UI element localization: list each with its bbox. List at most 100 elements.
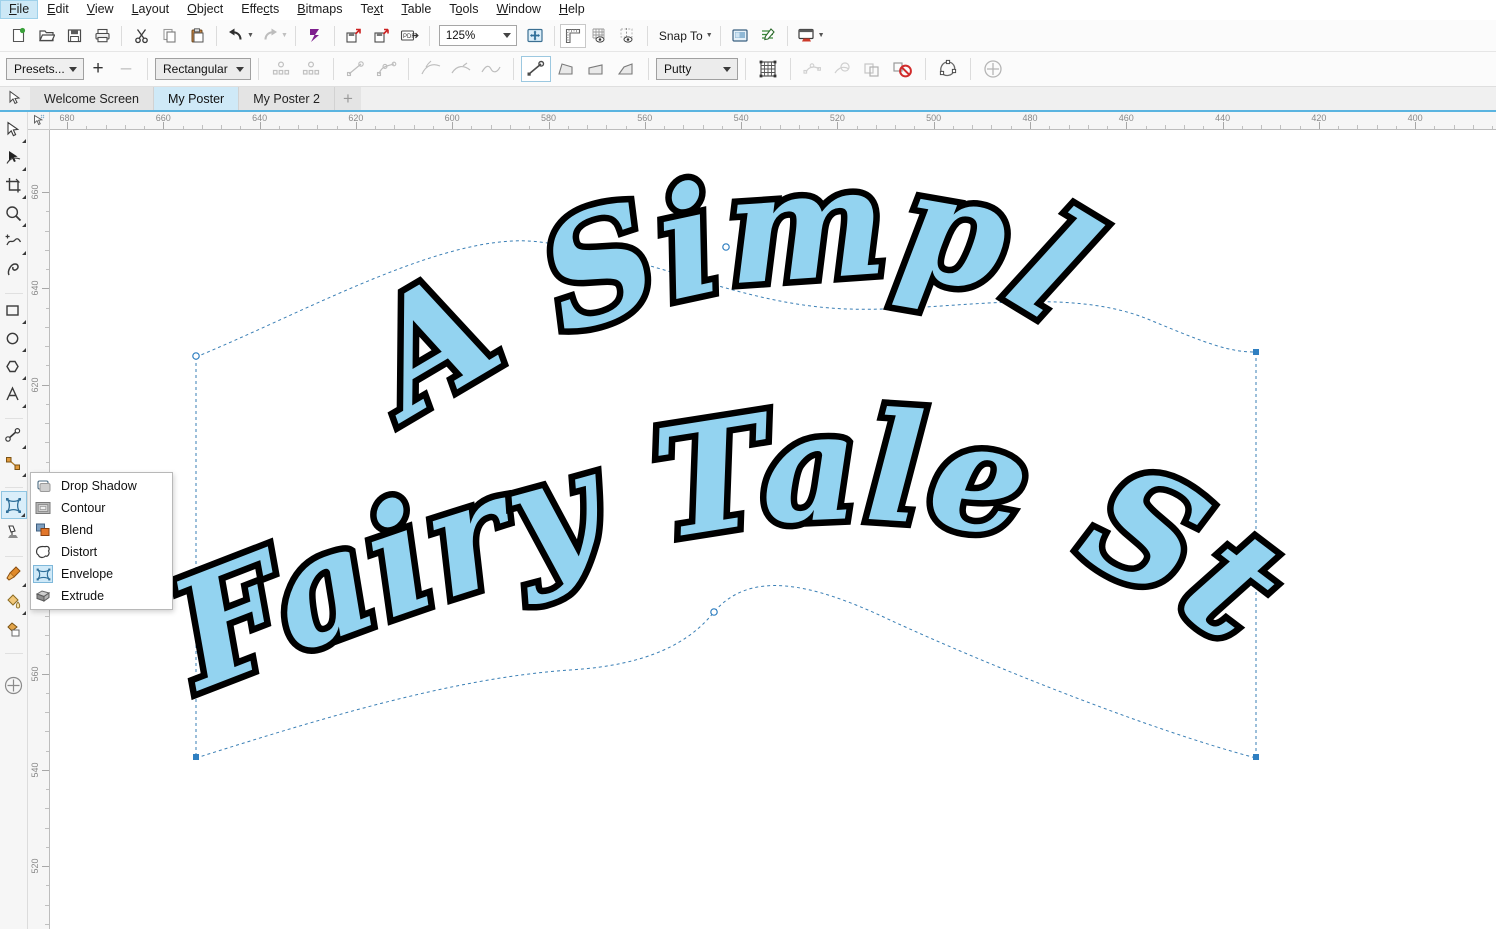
flyout-arrow-icon[interactable] xyxy=(21,320,26,324)
straight-line-connector-tool[interactable] xyxy=(1,450,27,478)
envelope-shape-dropdown[interactable]: Rectangular xyxy=(155,58,251,80)
menu-tools[interactable]: Tools xyxy=(440,0,487,19)
clear-envelope-icon[interactable] xyxy=(888,56,918,82)
flyout-item-contour[interactable]: Contour xyxy=(31,497,172,519)
text-tool[interactable] xyxy=(1,381,27,409)
artistic-media-tool[interactable] xyxy=(1,256,27,284)
menu-view[interactable]: View xyxy=(78,0,123,19)
delete-preset-button[interactable]: – xyxy=(112,59,140,78)
tab-my-poster[interactable]: My Poster xyxy=(153,87,240,110)
flyout-item-drop-shadow[interactable]: Drop Shadow xyxy=(31,475,172,497)
presets-dropdown[interactable]: Presets... xyxy=(6,58,84,80)
menu-window[interactable]: Window xyxy=(487,0,549,19)
flyout-arrow-icon[interactable] xyxy=(20,513,25,517)
convert-to-curves-icon[interactable] xyxy=(933,56,963,82)
freehand-tool[interactable] xyxy=(1,228,27,256)
envelope-node-top-left[interactable] xyxy=(192,352,200,360)
flyout-arrow-icon[interactable] xyxy=(21,473,26,477)
menu-file[interactable]: File xyxy=(0,0,39,19)
ruler-origin-icon[interactable] xyxy=(28,112,50,130)
pick-tool[interactable] xyxy=(1,116,27,144)
envelope-node-bottom-left[interactable] xyxy=(193,754,199,760)
menu-bitmaps[interactable]: Bitmaps xyxy=(288,0,351,19)
chevron-down-icon[interactable] xyxy=(236,67,244,72)
add-preset-button[interactable]: + xyxy=(84,59,112,78)
effects-flyout-menu[interactable]: Drop Shadow Contour Blend Distort Envelo… xyxy=(30,472,173,610)
envelope-node-top-right[interactable] xyxy=(1253,349,1259,355)
node-delete-icon[interactable] xyxy=(296,56,326,82)
keep-lines-icon[interactable] xyxy=(753,56,783,82)
paste-icon[interactable] xyxy=(183,23,211,49)
flyout-item-blend[interactable]: Blend xyxy=(31,519,172,541)
undo-icon[interactable] xyxy=(222,23,250,49)
artwork-svg[interactable]: A Simple Fairy Tale Story xyxy=(50,130,1496,929)
snap-to-dropdown-icon[interactable]: ▼ xyxy=(706,32,713,39)
node-smooth-icon[interactable] xyxy=(371,56,401,82)
menu-table[interactable]: Table xyxy=(392,0,440,19)
quick-customize-tool[interactable] xyxy=(1,671,27,699)
flyout-arrow-icon[interactable] xyxy=(21,167,26,171)
mapping-mode-dropdown[interactable]: Putty xyxy=(656,58,738,80)
flyout-item-envelope[interactable]: Envelope xyxy=(31,563,172,585)
chevron-down-icon[interactable] xyxy=(69,67,77,72)
shape-tool[interactable] xyxy=(1,144,27,172)
tab-welcome-screen[interactable]: Welcome Screen xyxy=(30,87,154,110)
zoom-tool[interactable] xyxy=(1,200,27,228)
flyout-arrow-icon[interactable] xyxy=(21,445,26,449)
envelope-shape-double-arc-icon[interactable] xyxy=(611,56,641,82)
search-content-icon[interactable] xyxy=(301,23,329,49)
create-envelope-from-icon[interactable] xyxy=(828,56,858,82)
flyout-arrow-icon[interactable] xyxy=(21,611,26,615)
node-add-icon[interactable] xyxy=(266,56,296,82)
import-icon[interactable] xyxy=(340,23,368,49)
copy-envelope-properties-icon[interactable] xyxy=(858,56,888,82)
new-document-icon[interactable] xyxy=(4,23,32,49)
menu-help[interactable]: Help xyxy=(550,0,594,19)
smart-fill-tool[interactable] xyxy=(1,616,27,644)
effects-tool[interactable] xyxy=(0,491,27,519)
zoom-level-input[interactable]: 125% xyxy=(438,25,517,46)
drawing-canvas[interactable]: A Simple Fairy Tale Story xyxy=(50,130,1496,929)
add-tab-button[interactable]: + xyxy=(334,87,361,110)
flyout-arrow-icon[interactable] xyxy=(21,251,26,255)
envelope-unconstrained-mode-icon[interactable] xyxy=(521,56,551,82)
open-document-icon[interactable] xyxy=(32,23,60,49)
menu-object[interactable]: Object xyxy=(178,0,232,19)
envelope-node-bottom-middle[interactable] xyxy=(710,608,718,616)
chevron-down-icon[interactable] xyxy=(723,67,731,72)
envelope-straight-line-mode-icon[interactable] xyxy=(416,56,446,82)
transparency-tool[interactable] xyxy=(1,519,27,547)
menu-text[interactable]: Text xyxy=(351,0,392,19)
parallel-dimension-tool[interactable] xyxy=(1,422,27,450)
menu-edit[interactable]: Edit xyxy=(38,0,78,19)
tab-my-poster-2[interactable]: My Poster 2 xyxy=(239,87,335,110)
flyout-item-extrude[interactable]: Extrude xyxy=(31,585,172,607)
redo-icon[interactable] xyxy=(256,23,284,49)
flyout-item-distort[interactable]: Distort xyxy=(31,541,172,563)
tab-navigator-icon[interactable] xyxy=(0,85,30,110)
show-grid-icon[interactable] xyxy=(586,23,614,49)
menu-effects[interactable]: Effects xyxy=(232,0,288,19)
menu-layout[interactable]: Layout xyxy=(123,0,179,19)
flyout-arrow-icon[interactable] xyxy=(21,376,26,380)
flyout-arrow-icon[interactable] xyxy=(21,139,26,143)
save-document-icon[interactable] xyxy=(60,23,88,49)
export-icon[interactable] xyxy=(368,23,396,49)
flyout-arrow-icon[interactable] xyxy=(21,195,26,199)
options-icon[interactable] xyxy=(726,23,754,49)
rectangle-tool[interactable] xyxy=(1,297,27,325)
publish-pdf-icon[interactable]: PDF xyxy=(396,23,424,49)
chevron-down-icon[interactable] xyxy=(502,33,511,38)
add-new-envelope-icon[interactable] xyxy=(798,56,828,82)
flyout-arrow-icon[interactable] xyxy=(21,223,26,227)
show-rulers-icon[interactable] xyxy=(559,23,586,48)
envelope-single-arc-mode-icon[interactable] xyxy=(446,56,476,82)
print-icon[interactable] xyxy=(88,23,116,49)
envelope-node-bottom-right[interactable] xyxy=(1253,754,1259,760)
show-guidelines-icon[interactable] xyxy=(614,23,642,49)
add-effect-icon[interactable] xyxy=(978,56,1008,82)
snap-to-label[interactable]: Snap To xyxy=(653,29,709,43)
crop-tool[interactable] xyxy=(1,172,27,200)
display-icon[interactable] xyxy=(793,23,821,49)
fullscreen-preview-icon[interactable] xyxy=(521,23,549,49)
